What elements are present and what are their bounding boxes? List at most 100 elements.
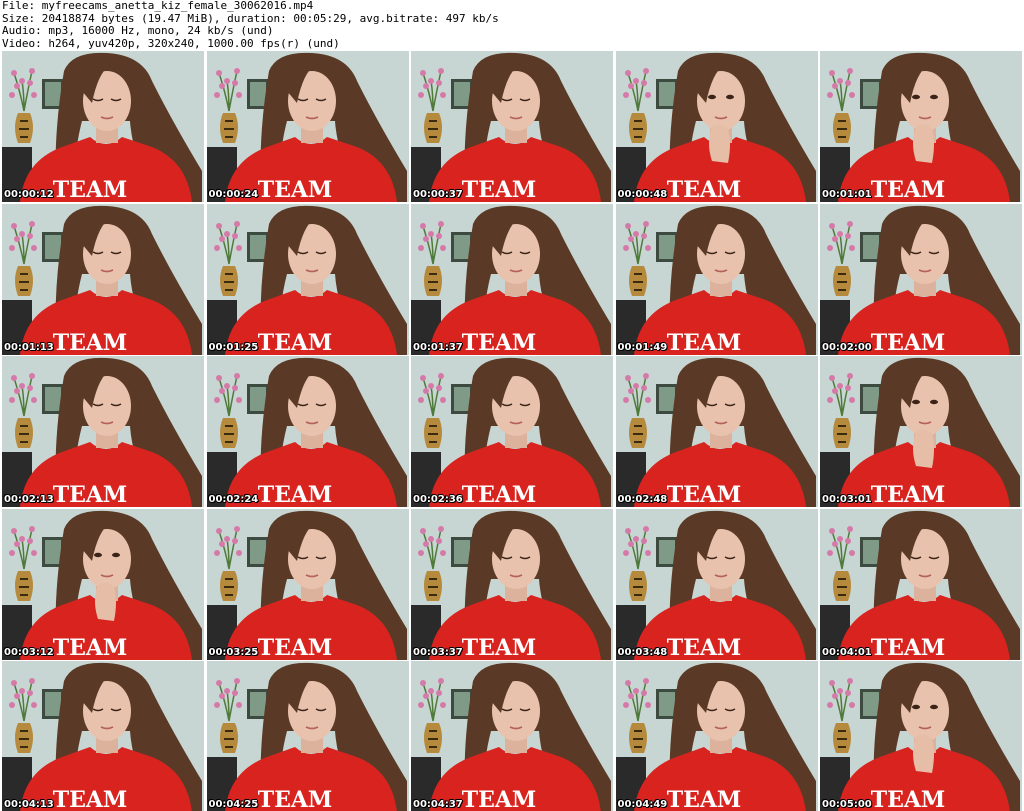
frame-image: TEAM	[2, 51, 204, 202]
frame-timestamp: 00:01:37	[413, 341, 463, 353]
frame-image: TEAM	[411, 661, 613, 811]
frame-timestamp: 00:03:01	[822, 494, 872, 505]
frame-timestamp: 00:00:37	[413, 189, 463, 200]
shirt-text: TEAM	[462, 482, 537, 507]
video-frame-thumbnail: TEAM 00:01:01	[820, 51, 1022, 202]
video-frame-thumbnail: TEAM 00:02:13	[2, 356, 204, 507]
frame-image: TEAM	[2, 356, 204, 507]
frame-timestamp: 00:02:24	[208, 494, 259, 505]
shirt-text: TEAM	[666, 330, 741, 355]
video-frame-thumbnail: TEAM 00:01:13	[2, 203, 204, 355]
video-frame-thumbnail: TEAM 00:02:00	[820, 203, 1022, 355]
shirt-text: TEAM	[871, 635, 946, 660]
shirt-text: TEAM	[462, 330, 537, 355]
shirt-text: TEAM	[871, 177, 946, 202]
video-frame-thumbnail: TEAM 00:03:12	[2, 508, 204, 660]
frame-timestamp: 00:00:12	[4, 189, 54, 200]
audio-line: Audio: mp3, 16000 Hz, mono, 24 kb/s (und…	[2, 24, 274, 37]
frame-image: TEAM	[820, 661, 1022, 811]
video-frame-thumbnail: TEAM 00:04:25	[206, 661, 409, 811]
video-frame-thumbnail: TEAM 00:02:24	[206, 356, 409, 507]
video-frame-thumbnail: TEAM 00:00:37	[411, 51, 613, 202]
video-frame-thumbnail: TEAM 00:04:01	[820, 508, 1022, 660]
frame-image: TEAM	[2, 661, 204, 811]
shirt-text: TEAM	[871, 787, 946, 811]
frame-timestamp: 00:02:13	[4, 494, 54, 505]
shirt-text: TEAM	[53, 787, 128, 811]
frame-image: TEAM	[820, 508, 1022, 660]
video-frame-thumbnail: TEAM 00:03:25	[206, 508, 409, 660]
frame-timestamp: 00:00:24	[208, 189, 259, 200]
frame-image: TEAM	[206, 203, 409, 355]
frame-image: TEAM	[820, 356, 1022, 507]
video-frame-thumbnail: TEAM 00:00:48	[615, 51, 818, 202]
shirt-text: TEAM	[666, 635, 741, 660]
frame-image: TEAM	[615, 508, 818, 660]
video-frame-thumbnail: TEAM 00:04:49	[615, 661, 818, 811]
video-line: Video: h264, yuv420p, 320x240, 1000.00 f…	[2, 36, 340, 50]
shirt-text: TEAM	[462, 635, 537, 660]
video-frame-thumbnail: TEAM 00:00:12	[2, 51, 204, 202]
shirt-text: TEAM	[666, 177, 741, 202]
file-name-line: File: myfreecams_anetta_kiz_female_30062…	[2, 0, 314, 12]
video-frame-thumbnail: TEAM 00:02:36	[411, 356, 613, 507]
video-frame-thumbnail: TEAM 00:03:48	[615, 508, 818, 660]
shirt-text: TEAM	[462, 787, 537, 811]
frame-timestamp: 00:03:12	[4, 646, 54, 658]
video-frame-thumbnail: TEAM 00:04:13	[2, 661, 204, 811]
frame-timestamp: 00:02:48	[617, 494, 668, 505]
frame-image: TEAM	[206, 356, 409, 507]
frame-timestamp: 00:04:13	[4, 799, 54, 810]
frame-timestamp: 00:05:00	[822, 799, 872, 810]
frame-timestamp: 00:01:13	[4, 341, 54, 353]
shirt-text: TEAM	[257, 482, 332, 507]
shirt-text: TEAM	[53, 482, 128, 507]
video-frame-thumbnail: TEAM 00:01:25	[206, 203, 409, 355]
frame-timestamp: 00:01:49	[617, 341, 668, 353]
shirt-text: TEAM	[871, 330, 946, 355]
shirt-text: TEAM	[462, 177, 537, 202]
video-frame-thumbnail: TEAM 00:05:00	[820, 661, 1022, 811]
video-frame-thumbnail: TEAM 00:01:37	[411, 203, 613, 355]
thumbnail-grid: TEAM 00:00:12 TEAM 00:00:24 TEAM 00:00:37 TEAM…	[2, 51, 1022, 811]
frame-image: TEAM	[615, 356, 818, 507]
frame-timestamp: 00:04:01	[822, 646, 872, 658]
frame-image: TEAM	[411, 203, 613, 355]
frame-timestamp: 00:01:01	[822, 189, 872, 200]
frame-timestamp: 00:03:37	[413, 646, 463, 658]
shirt-text: TEAM	[666, 787, 741, 811]
frame-image: TEAM	[2, 508, 204, 660]
frame-image: TEAM	[820, 203, 1022, 355]
frame-timestamp: 00:04:49	[617, 799, 668, 810]
video-frame-thumbnail: TEAM 00:00:24	[206, 51, 409, 202]
frame-image: TEAM	[206, 508, 409, 660]
video-frame-thumbnail: TEAM 00:04:37	[411, 661, 613, 811]
video-frame-thumbnail: TEAM 00:02:48	[615, 356, 818, 507]
frame-timestamp: 00:03:48	[617, 646, 668, 658]
frame-timestamp: 00:01:25	[208, 341, 259, 353]
frame-timestamp: 00:00:48	[617, 189, 668, 200]
frame-image: TEAM	[411, 356, 613, 507]
frame-timestamp: 00:04:25	[208, 799, 259, 810]
video-frame-thumbnail: TEAM 00:01:49	[615, 203, 818, 355]
frame-image: TEAM	[206, 661, 409, 811]
frame-image: TEAM	[820, 51, 1022, 202]
video-frame-thumbnail: TEAM 00:03:37	[411, 508, 613, 660]
shirt-text: TEAM	[53, 177, 128, 202]
shirt-text: TEAM	[257, 635, 332, 660]
video-frame-thumbnail: TEAM 00:03:01	[820, 356, 1022, 507]
shirt-text: TEAM	[53, 635, 128, 660]
frame-timestamp: 00:03:25	[208, 646, 259, 658]
frame-image: TEAM	[206, 51, 409, 202]
frame-image: TEAM	[411, 51, 613, 202]
shirt-text: TEAM	[871, 482, 946, 507]
frame-timestamp: 00:04:37	[413, 799, 463, 810]
frame-image: TEAM	[615, 51, 818, 202]
shirt-text: TEAM	[53, 330, 128, 355]
frame-image: TEAM	[2, 203, 204, 355]
shirt-text: TEAM	[257, 177, 332, 202]
video-info-header: File: myfreecams_anetta_kiz_female_30062…	[2, 0, 1022, 50]
frame-image: TEAM	[411, 508, 613, 660]
frame-image: TEAM	[615, 661, 818, 811]
shirt-text: TEAM	[666, 482, 741, 507]
